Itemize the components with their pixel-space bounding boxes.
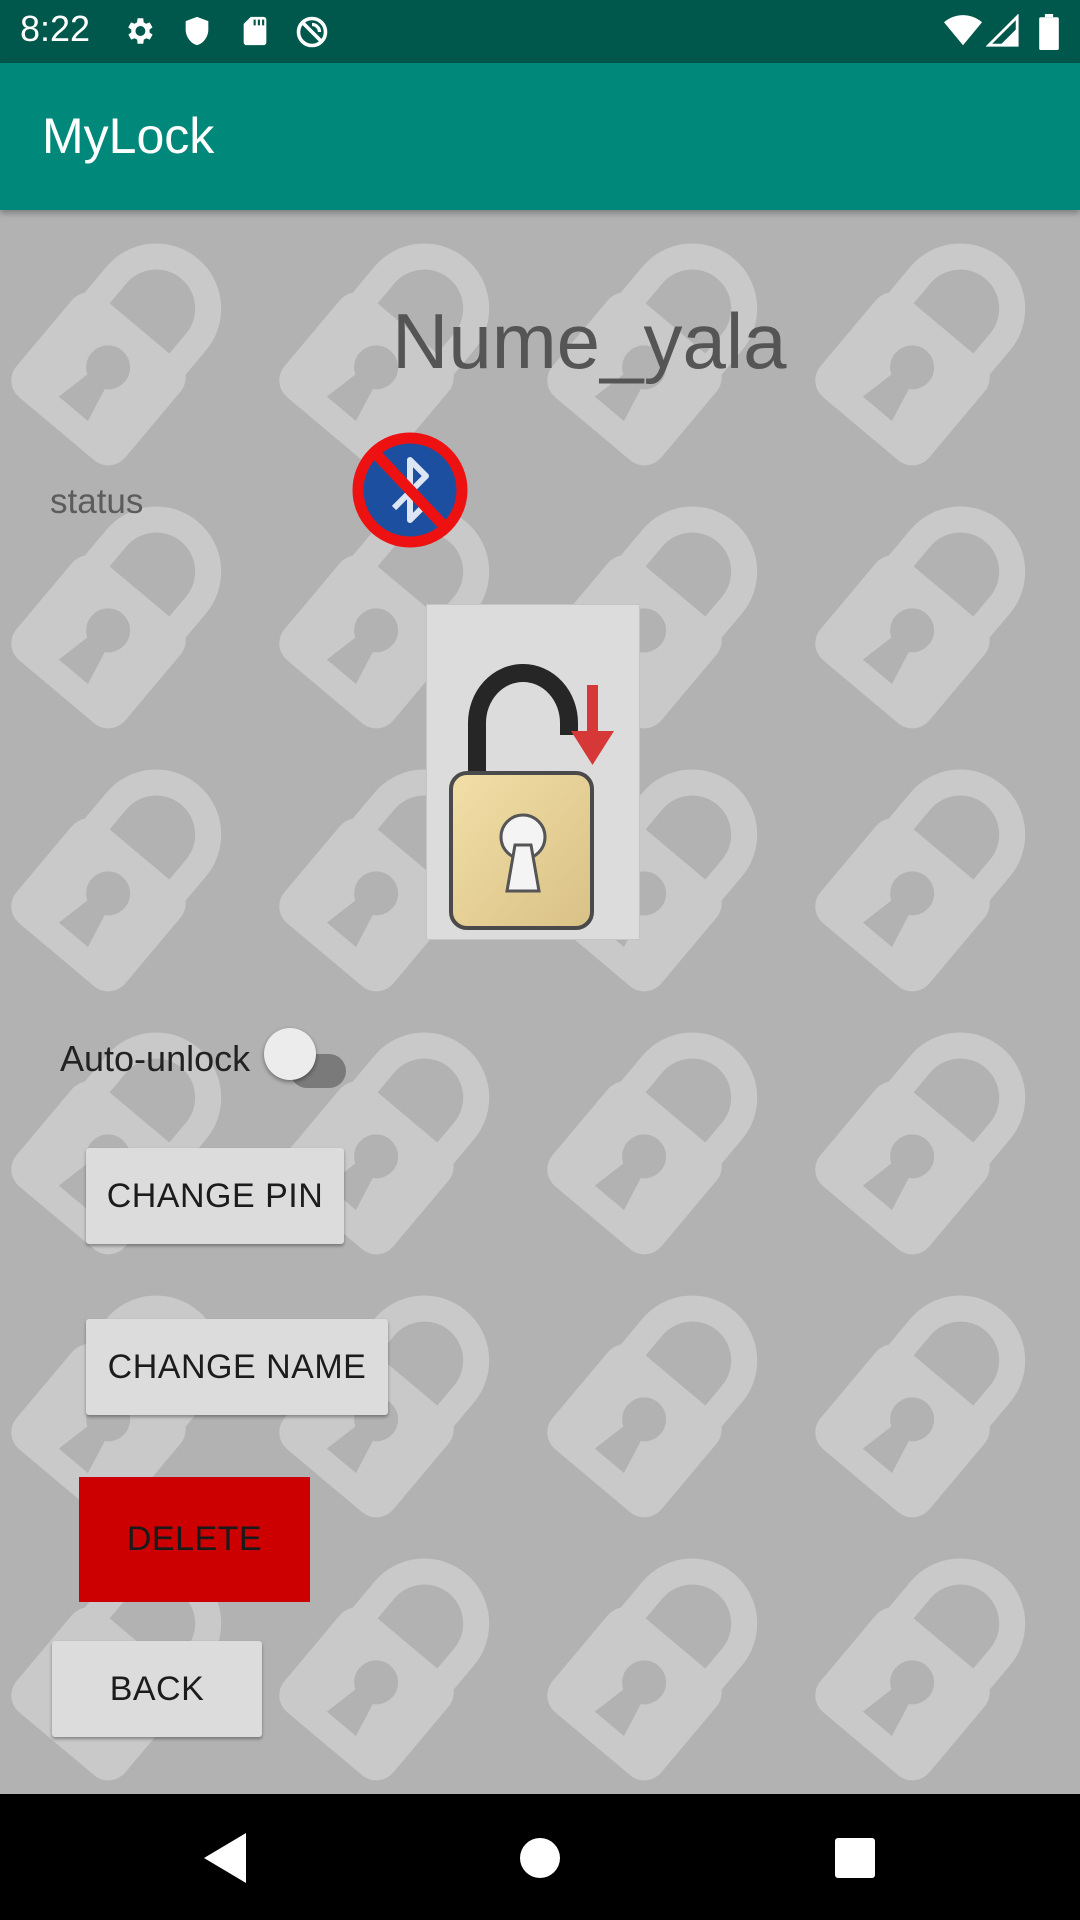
- unlock-button[interactable]: [426, 604, 640, 940]
- wifi-icon: [944, 15, 982, 46]
- sync-disabled-icon: [296, 16, 328, 48]
- auto-unlock-switch[interactable]: [264, 1028, 316, 1080]
- back-button[interactable]: BACK: [52, 1641, 262, 1737]
- change-pin-button[interactable]: CHANGE PIN: [86, 1148, 344, 1244]
- lock-detail-screen: Nume_yala status Auto-unlock CHANGE PIN …: [0, 210, 1080, 1794]
- back-icon[interactable]: [200, 1831, 250, 1885]
- app-title: MyLock: [42, 108, 215, 164]
- recents-icon[interactable]: [830, 1831, 880, 1885]
- auto-unlock-label: Auto-unlock: [60, 1038, 251, 1079]
- navigation-bar: [0, 1794, 1080, 1920]
- signal-icon: [986, 14, 1019, 47]
- app-bar: MyLock: [0, 63, 1080, 210]
- gear-icon: [128, 18, 153, 44]
- battery-icon: [1039, 14, 1059, 50]
- status-time: 8:22: [20, 8, 91, 49]
- lock-name: Nume_yala: [392, 297, 787, 385]
- sd-card-icon: [243, 16, 267, 46]
- bluetooth-disabled-icon: [352, 432, 468, 548]
- shield-icon: [185, 16, 209, 46]
- change-name-button[interactable]: CHANGE NAME: [86, 1319, 388, 1415]
- status-bar: 8:22: [0, 0, 1080, 63]
- status-label: status: [50, 482, 144, 521]
- home-icon[interactable]: [515, 1831, 565, 1885]
- delete-button[interactable]: DELETE: [79, 1477, 310, 1602]
- unlock-padlock-icon: [449, 664, 614, 930]
